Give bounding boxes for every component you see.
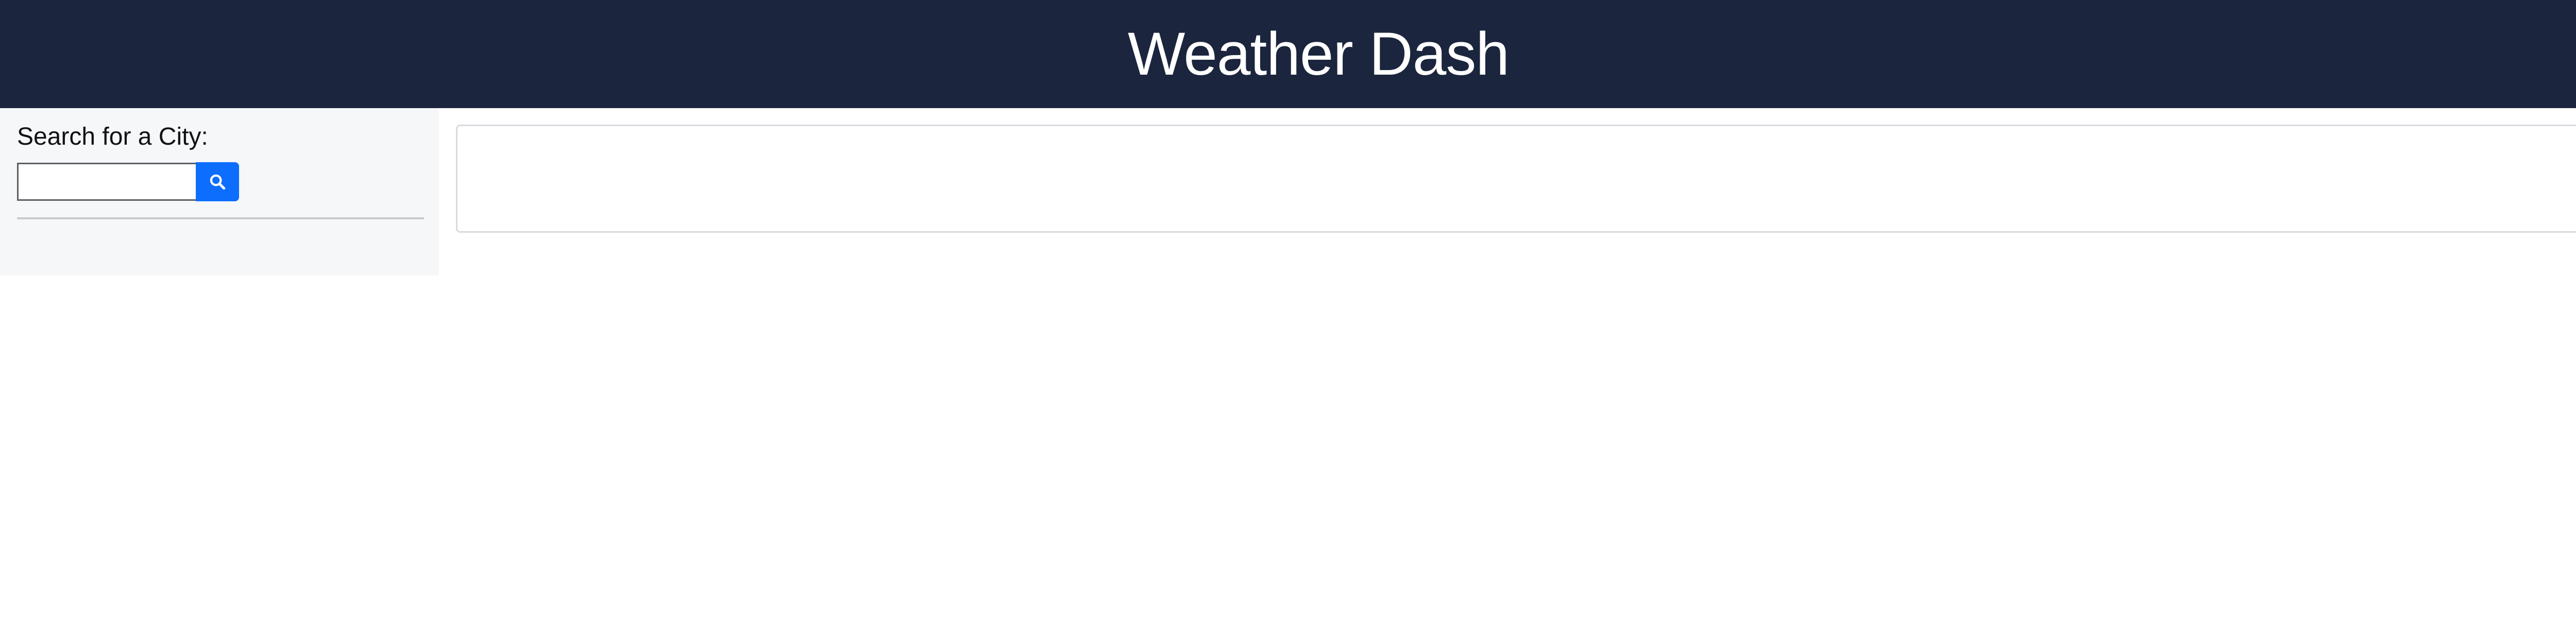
search-icon <box>209 173 226 191</box>
city-search-input[interactable] <box>17 163 197 201</box>
sidebar: Search for a City: <box>0 108 439 275</box>
divider <box>17 217 424 219</box>
app-header: Weather Dash <box>0 0 2576 108</box>
search-label: Search for a City: <box>17 123 208 150</box>
weather-results-card <box>456 125 2576 233</box>
search-button[interactable] <box>196 162 239 201</box>
page-title: Weather Dash <box>1127 20 1510 88</box>
